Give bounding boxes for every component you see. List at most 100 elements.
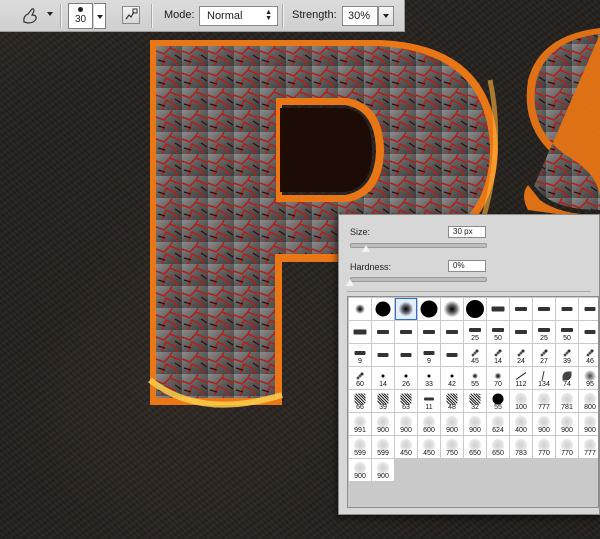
brush-preset[interactable]: 63 — [395, 390, 417, 412]
brush-preset[interactable] — [395, 344, 417, 366]
smudge-finger-icon[interactable] — [20, 6, 42, 26]
hardness-input[interactable]: 0% — [448, 260, 486, 272]
pencil-brush-tip-icon — [561, 328, 573, 332]
brush-preset[interactable]: 66 — [349, 390, 371, 412]
brush-preset[interactable] — [441, 298, 463, 320]
brush-preset[interactable] — [395, 321, 417, 343]
brush-preset[interactable]: 24 — [510, 344, 532, 366]
brush-preset[interactable]: 800 — [579, 390, 598, 412]
brush-preset[interactable] — [510, 321, 532, 343]
hardness-slider-track[interactable] — [350, 277, 487, 282]
brush-preset[interactable] — [556, 298, 578, 320]
brush-preset[interactable]: 25 — [533, 321, 555, 343]
brush-preset-preview[interactable]: 30 — [68, 3, 93, 29]
brush-preset[interactable] — [510, 298, 532, 320]
brush-preset[interactable]: 27 — [533, 344, 555, 366]
brush-preset[interactable]: 600 — [418, 413, 440, 435]
brush-preset[interactable]: 48 — [441, 390, 463, 412]
brush-preset[interactable]: 60 — [349, 367, 371, 389]
brush-preset[interactable]: 55 — [464, 367, 486, 389]
brush-preset[interactable]: 900 — [372, 459, 394, 481]
size-input[interactable]: 30 px — [448, 226, 486, 238]
brush-preset[interactable]: 900 — [533, 413, 555, 435]
brush-preset[interactable]: 900 — [395, 413, 417, 435]
brush-preset[interactable] — [418, 298, 440, 320]
size-slider-track[interactable] — [350, 243, 487, 248]
brush-preset[interactable]: 39 — [556, 344, 578, 366]
brush-preset[interactable] — [487, 298, 509, 320]
brush-preset[interactable] — [441, 344, 463, 366]
brush-panel-toggle-icon[interactable] — [122, 6, 140, 24]
brush-preset[interactable]: 74 — [556, 367, 578, 389]
brush-preset[interactable]: 50 — [556, 321, 578, 343]
brush-preset[interactable] — [464, 298, 486, 320]
brush-preset[interactable]: 770 — [533, 436, 555, 458]
brush-preset[interactable] — [349, 298, 371, 320]
brush-preset[interactable]: 14 — [372, 367, 394, 389]
mode-select[interactable]: Normal ▲ ▼ — [199, 6, 278, 26]
brush-preset[interactable] — [579, 321, 598, 343]
brush-preset[interactable]: 650 — [487, 436, 509, 458]
brush-preset-size: 599 — [377, 450, 389, 457]
strength-slider-dropdown[interactable] — [378, 6, 394, 26]
brush-preset[interactable]: 55 — [487, 390, 509, 412]
hardness-label: Hardness: — [350, 262, 392, 272]
brush-preset[interactable]: 650 — [464, 436, 486, 458]
pencil-brush-tip-icon — [400, 330, 412, 334]
brush-preset[interactable]: 95 — [579, 367, 598, 389]
brush-preset[interactable]: 33 — [418, 367, 440, 389]
brush-preset[interactable]: 46 — [579, 344, 598, 366]
brush-preset[interactable]: 32 — [464, 390, 486, 412]
hardness-slider-thumb[interactable] — [345, 278, 355, 287]
brush-preset[interactable] — [372, 321, 394, 343]
brush-preset[interactable]: 900 — [556, 413, 578, 435]
brush-preset[interactable]: 70 — [487, 367, 509, 389]
brush-preset[interactable]: 11 — [418, 390, 440, 412]
brush-picker-dropdown-button[interactable] — [94, 3, 106, 29]
brush-preset[interactable]: 400 — [510, 413, 532, 435]
brush-preset[interactable]: 900 — [349, 459, 371, 481]
size-slider-thumb[interactable] — [361, 244, 372, 253]
brush-preset[interactable]: 100 — [510, 390, 532, 412]
brush-preset[interactable]: 991 — [349, 413, 371, 435]
brush-preset[interactable] — [418, 321, 440, 343]
brush-preset[interactable] — [579, 298, 598, 320]
brush-preset[interactable]: 900 — [464, 413, 486, 435]
brush-preset[interactable] — [395, 298, 417, 320]
toolbar-divider — [151, 4, 153, 28]
tool-preset-dropdown-arrow[interactable] — [47, 12, 53, 16]
brush-preset[interactable]: 599 — [349, 436, 371, 458]
brush-preset[interactable]: 14 — [487, 344, 509, 366]
brush-preset[interactable]: 900 — [372, 413, 394, 435]
brush-preset[interactable]: 783 — [510, 436, 532, 458]
brush-preset[interactable]: 599 — [372, 436, 394, 458]
brush-preset[interactable]: 45 — [464, 344, 486, 366]
brush-preset[interactable]: 450 — [418, 436, 440, 458]
brush-preset[interactable]: 42 — [441, 367, 463, 389]
brush-preset[interactable]: 9 — [418, 344, 440, 366]
brush-preset[interactable]: 777 — [579, 436, 598, 458]
brush-preset[interactable]: 39 — [372, 390, 394, 412]
brush-preset[interactable] — [533, 298, 555, 320]
brush-preset[interactable]: 777 — [533, 390, 555, 412]
brush-preset[interactable]: 25 — [464, 321, 486, 343]
hard-brush-tip-icon — [450, 374, 454, 378]
leaf-brush-tip-icon — [562, 371, 572, 381]
brush-preset[interactable]: 112 — [510, 367, 532, 389]
brush-preset[interactable]: 50 — [487, 321, 509, 343]
brush-preset[interactable] — [372, 298, 394, 320]
brush-preset[interactable] — [441, 321, 463, 343]
brush-preset[interactable]: 134 — [533, 367, 555, 389]
brush-preset[interactable]: 900 — [441, 413, 463, 435]
brush-preset[interactable]: 900 — [579, 413, 598, 435]
brush-preset[interactable]: 770 — [556, 436, 578, 458]
brush-preset[interactable]: 26 — [395, 367, 417, 389]
brush-preset[interactable]: 781 — [556, 390, 578, 412]
brush-preset[interactable]: 9 — [349, 344, 371, 366]
strength-input[interactable]: 30% — [342, 6, 378, 26]
brush-preset[interactable]: 750 — [441, 436, 463, 458]
brush-preset[interactable]: 450 — [395, 436, 417, 458]
brush-preset[interactable]: 624 — [487, 413, 509, 435]
brush-preset[interactable] — [372, 344, 394, 366]
brush-preset[interactable] — [349, 321, 371, 343]
